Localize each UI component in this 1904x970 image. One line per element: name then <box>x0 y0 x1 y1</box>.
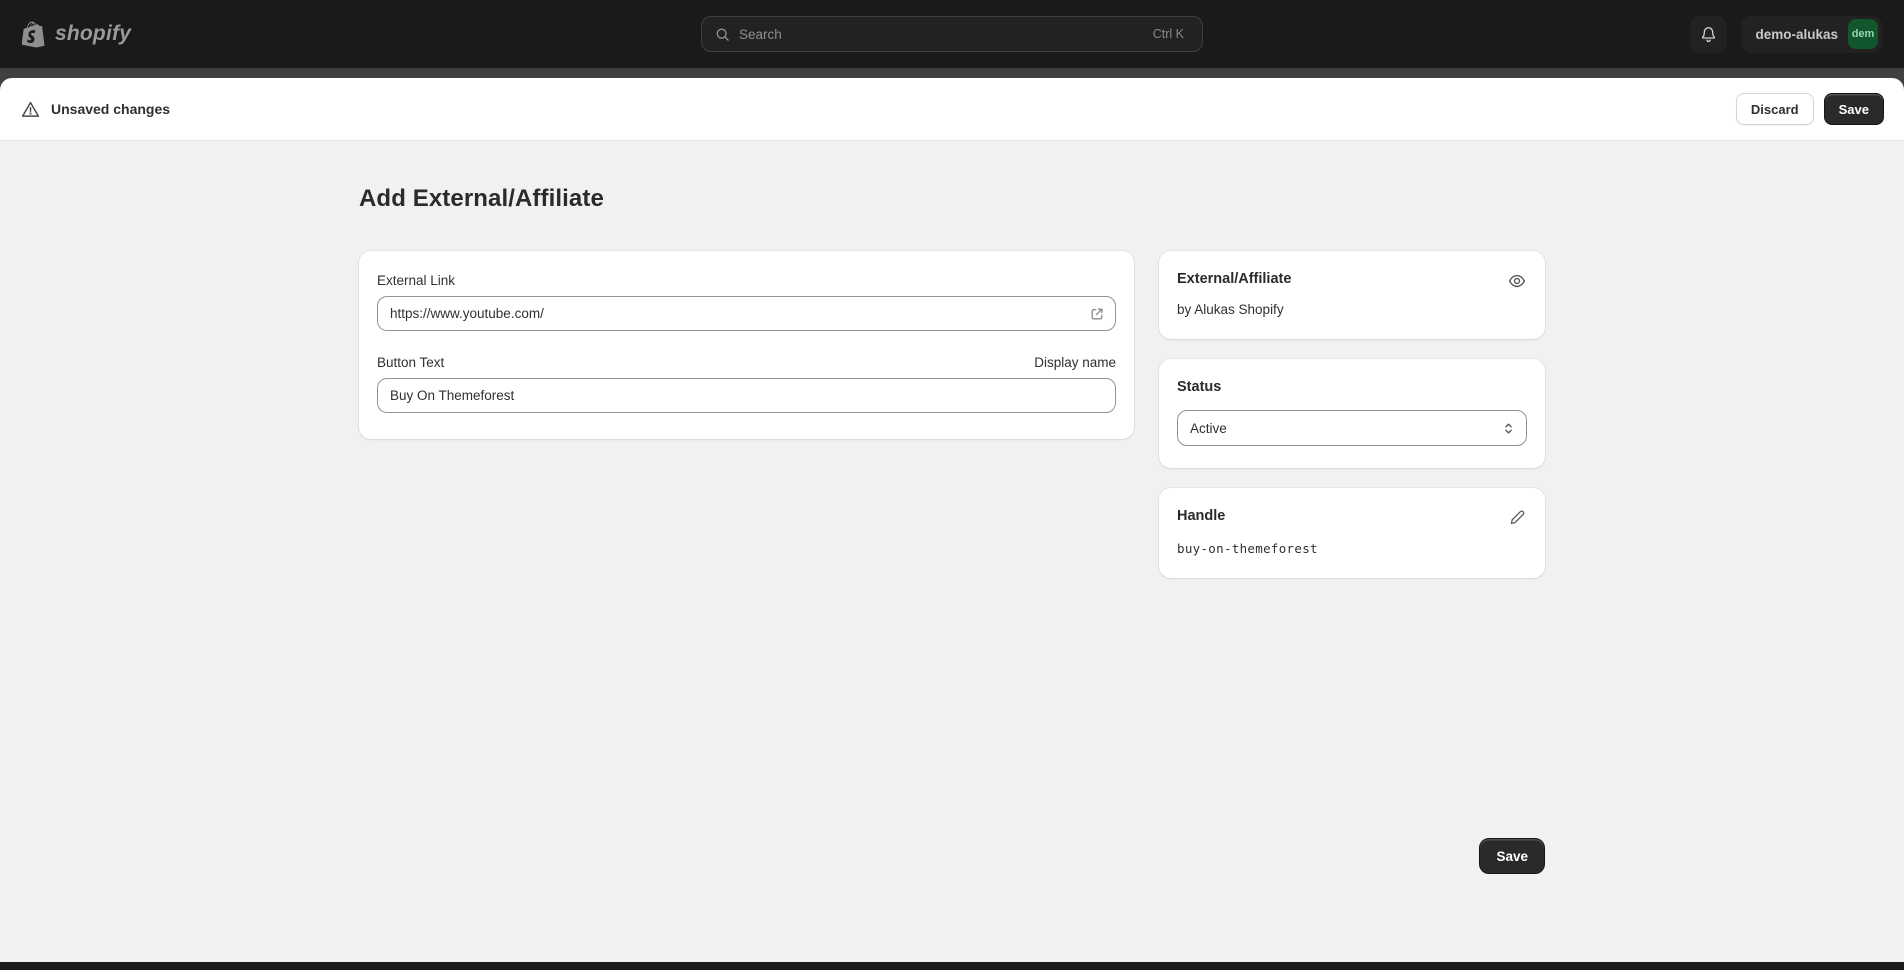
type-card: External/Affiliate by Alukas Shopify <box>1159 251 1545 339</box>
unsaved-changes-title: Unsaved changes <box>51 101 170 117</box>
external-link-input[interactable] <box>377 296 1116 331</box>
status-select[interactable]: Active <box>1177 410 1527 446</box>
topbar: shopify Ctrl K demo-alukas dem <box>0 0 1904 68</box>
warning-icon <box>20 99 41 120</box>
eye-icon[interactable] <box>1507 271 1527 291</box>
global-search[interactable]: Ctrl K <box>701 16 1203 52</box>
pencil-icon[interactable] <box>1508 508 1527 527</box>
display-name-hint: Display name <box>1034 355 1116 370</box>
discard-button[interactable]: Discard <box>1736 93 1814 125</box>
search-icon <box>714 26 731 43</box>
save-button-top[interactable]: Save <box>1824 93 1884 125</box>
select-updown-icon <box>1501 421 1516 436</box>
search-shortcut: Ctrl K <box>1147 25 1190 43</box>
handle-card-title: Handle <box>1177 508 1225 524</box>
shopify-wordmark: shopify <box>55 22 131 46</box>
unsaved-changes-strip: Unsaved changes Discard Save <box>0 68 1904 141</box>
user-menu[interactable]: demo-alukas dem <box>1741 16 1882 53</box>
bell-icon <box>1699 25 1718 44</box>
status-card: Status Active <box>1159 359 1545 468</box>
type-card-title: External/Affiliate <box>1177 271 1291 287</box>
handle-value: buy-on-themeforest <box>1177 541 1527 556</box>
page-title: Add External/Affiliate <box>359 185 1545 213</box>
external-link-icon[interactable] <box>1088 305 1106 323</box>
unsaved-changes-bar: Unsaved changes Discard Save <box>0 78 1904 141</box>
button-text-label: Button Text <box>377 355 444 370</box>
user-name: demo-alukas <box>1755 27 1838 42</box>
main-area: Add External/Affiliate External Link <box>0 141 1904 902</box>
type-card-byline: by Alukas Shopify <box>1177 302 1527 317</box>
avatar: dem <box>1848 19 1878 49</box>
bottom-bar <box>0 962 1904 970</box>
status-select-value: Active <box>1190 421 1227 436</box>
handle-card: Handle buy-on-themeforest <box>1159 488 1545 578</box>
button-text-input[interactable] <box>377 378 1116 413</box>
shopify-logo-icon[interactable] <box>22 20 48 48</box>
status-card-title: Status <box>1177 379 1221 395</box>
external-affiliate-form-card: External Link <box>359 251 1134 439</box>
notifications-button[interactable] <box>1690 16 1727 53</box>
search-input[interactable] <box>739 27 1139 42</box>
external-link-label: External Link <box>377 273 1116 288</box>
save-button-bottom[interactable]: Save <box>1479 838 1545 874</box>
